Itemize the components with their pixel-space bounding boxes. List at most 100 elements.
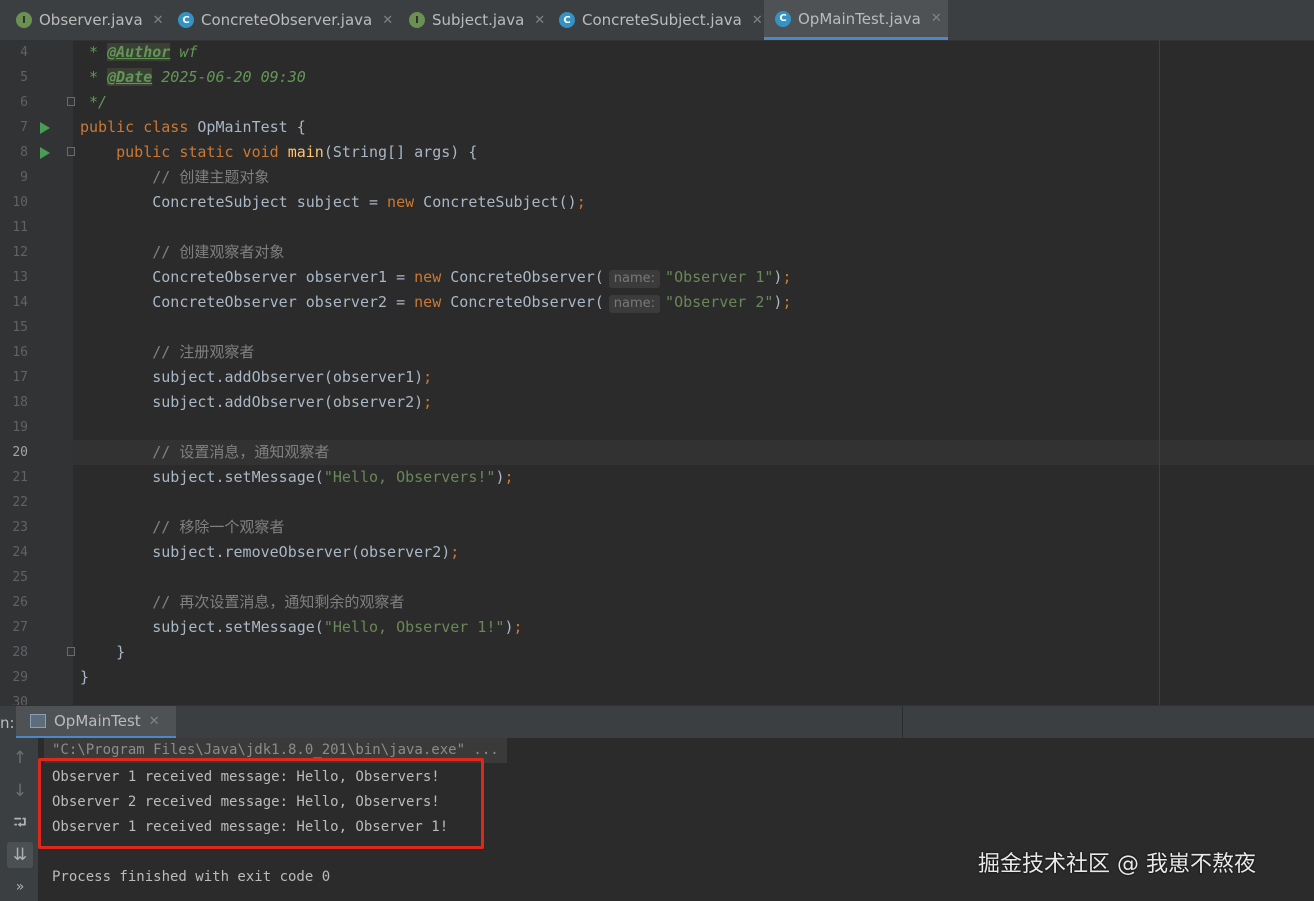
parameter-hint: name:: [608, 295, 661, 313]
line-number: 7: [20, 120, 28, 135]
run-console[interactable]: ↑ ↓ ⮒ ⇊ » "C:\Program Files\Java\jdk1.8.…: [0, 738, 1314, 901]
line-number: 21: [12, 470, 28, 485]
class-run-icon: C: [775, 10, 791, 27]
line-number: 15: [12, 320, 28, 335]
fold-marker-icon[interactable]: [67, 147, 75, 156]
tab-concreteobserver-java[interactable]: C ConcreteObserver.java ✕: [165, 0, 396, 40]
tab-observer-java[interactable]: I Observer.java ✕: [0, 0, 165, 40]
code-token: ConcreteObserver(: [450, 293, 604, 311]
code-line[interactable]: 8 public static void main(String[] args)…: [0, 140, 1314, 165]
code-line[interactable]: 23 // 移除一个观察者: [0, 515, 1314, 540]
code-line[interactable]: 14 ConcreteObserver observer2 = new Conc…: [0, 290, 1314, 315]
run-gutter-icon[interactable]: [40, 122, 50, 134]
line-number: 30: [12, 695, 28, 705]
code-line[interactable]: 18 subject.addObserver(observer2);: [0, 390, 1314, 415]
line-number: 6: [20, 95, 28, 110]
code-text: // 设置消息，通知观察者: [80, 440, 329, 465]
line-number: 26: [12, 595, 28, 610]
code-text: subject.setMessage("Hello, Observers!");: [80, 465, 513, 490]
code-token: ;: [782, 293, 792, 311]
code-line[interactable]: 22: [0, 490, 1314, 515]
soft-wrap-icon[interactable]: ⮒: [7, 811, 33, 837]
code-line[interactable]: 19: [0, 415, 1314, 440]
code-token: ConcreteSubject(): [423, 193, 577, 211]
close-icon[interactable]: ✕: [149, 714, 160, 729]
tab-label: ConcreteSubject.java: [582, 11, 742, 29]
line-number: 11: [12, 220, 28, 235]
watermark: 掘金技术社区 @ 我崽不熬夜: [978, 852, 1256, 877]
code-line[interactable]: 4 * @Author wf: [0, 40, 1314, 65]
code-text: // 再次设置消息，通知剩余的观察者: [80, 590, 404, 615]
code-line[interactable]: 6 */: [0, 90, 1314, 115]
code-line[interactable]: 10 ConcreteSubject subject = new Concret…: [0, 190, 1314, 215]
line-number: 18: [12, 395, 28, 410]
code-line[interactable]: 24 subject.removeObserver(observer2);: [0, 540, 1314, 565]
code-token: ;: [576, 193, 586, 211]
scroll-up-icon[interactable]: ↑: [7, 745, 33, 771]
code-line[interactable]: 11: [0, 215, 1314, 240]
code-token: // 创建观察者对象: [80, 243, 285, 261]
code-token: wf: [170, 43, 198, 61]
code-line[interactable]: 16 // 注册观察者: [0, 340, 1314, 365]
close-icon[interactable]: ✕: [382, 13, 393, 28]
tab-label: Observer.java: [39, 11, 143, 29]
code-line[interactable]: 28 }: [0, 640, 1314, 665]
fold-marker-icon[interactable]: [67, 647, 75, 656]
code-token: new: [414, 268, 451, 286]
line-number: 16: [12, 345, 28, 360]
editor-tab-bar: I Observer.java ✕ C ConcreteObserver.jav…: [0, 0, 1314, 41]
code-line[interactable]: 15: [0, 315, 1314, 340]
code-text: }: [80, 665, 89, 690]
code-line[interactable]: 26 // 再次设置消息，通知剩余的观察者: [0, 590, 1314, 615]
tab-subject-java[interactable]: I Subject.java ✕: [396, 0, 546, 40]
interface-icon: I: [16, 12, 32, 28]
code-token: ;: [513, 618, 523, 636]
code-token: }: [80, 668, 90, 686]
line-number: 4: [20, 45, 28, 60]
line-number: 14: [12, 295, 28, 310]
scroll-to-end-icon[interactable]: ⇊: [7, 842, 33, 868]
code-line[interactable]: 13 ConcreteObserver observer1 = new Conc…: [0, 265, 1314, 290]
code-line[interactable]: 5 * @Date 2025-06-20 09:30: [0, 65, 1314, 90]
code-token: // 移除一个观察者: [80, 518, 285, 536]
code-editor[interactable]: 4 * @Author wf 5 * @Date 2025-06-20 09:30…: [0, 40, 1314, 705]
code-text: // 创建观察者对象: [80, 240, 284, 265]
code-line[interactable]: 29}: [0, 665, 1314, 690]
class-icon: C: [178, 12, 194, 28]
interface-icon: I: [409, 12, 425, 28]
code-line[interactable]: 25: [0, 565, 1314, 590]
run-config-icon: [30, 714, 46, 728]
code-token: ConcreteObserver(: [450, 268, 604, 286]
code-token: main: [287, 143, 324, 161]
code-line[interactable]: 12 // 创建观察者对象: [0, 240, 1314, 265]
close-icon[interactable]: ✕: [752, 13, 763, 28]
fold-marker-icon[interactable]: [67, 97, 75, 106]
code-token: ;: [423, 393, 433, 411]
close-icon[interactable]: ✕: [153, 13, 164, 28]
tab-concretesubject-java[interactable]: C ConcreteSubject.java ✕: [546, 0, 764, 40]
tab-opmaintest-java[interactable]: C OpMainTest.java ✕: [764, 0, 948, 40]
scroll-down-icon[interactable]: ↓: [7, 778, 33, 804]
code-token: "Observer 2": [665, 293, 774, 311]
code-token: // 注册观察者: [80, 343, 255, 361]
code-line[interactable]: 27 subject.setMessage("Hello, Observer 1…: [0, 615, 1314, 640]
code-token: OpMainTest {: [197, 118, 306, 136]
code-token: "Hello, Observers!": [323, 468, 496, 486]
close-icon[interactable]: ✕: [534, 13, 545, 28]
run-gutter-icon[interactable]: [40, 147, 50, 159]
code-token: subject.setMessage(: [80, 618, 324, 636]
code-line[interactable]: 20 // 设置消息，通知观察者: [0, 440, 1314, 465]
more-icon[interactable]: »: [7, 874, 33, 900]
code-line[interactable]: 21 subject.setMessage("Hello, Observers!…: [0, 465, 1314, 490]
code-line[interactable]: 7 public class OpMainTest {: [0, 115, 1314, 140]
code-line[interactable]: 17 subject.addObserver(observer1);: [0, 365, 1314, 390]
code-line[interactable]: 9 // 创建主题对象: [0, 165, 1314, 190]
tab-label: Subject.java: [432, 11, 525, 29]
close-icon[interactable]: ✕: [931, 11, 942, 26]
code-token: subject.removeObserver(observer2): [80, 543, 451, 561]
run-tab-opmaintest[interactable]: OpMainTest ✕: [16, 706, 176, 739]
code-token: ): [504, 618, 514, 636]
code-line[interactable]: 30: [0, 690, 1314, 705]
output-highlight-box: [38, 758, 484, 849]
code-token: // 创建主题对象: [80, 168, 270, 186]
